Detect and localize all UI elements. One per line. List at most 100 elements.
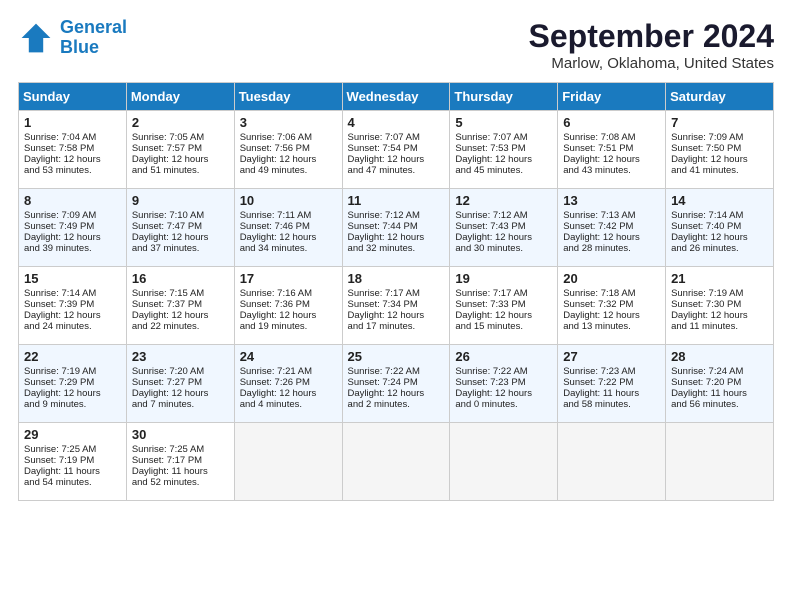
- day-info: Sunrise: 7:25 AM: [24, 444, 121, 455]
- day-info: Sunrise: 7:25 AM: [132, 444, 229, 455]
- day-info: Daylight: 11 hours: [132, 466, 229, 477]
- day-info: Sunrise: 7:07 AM: [455, 132, 552, 143]
- day-info: Sunrise: 7:12 AM: [348, 210, 445, 221]
- day-info: Sunrise: 7:08 AM: [563, 132, 660, 143]
- day-info: and 11 minutes.: [671, 321, 768, 332]
- logo-line2: Blue: [60, 37, 99, 57]
- week-row-4: 22Sunrise: 7:19 AMSunset: 7:29 PMDayligh…: [19, 345, 774, 423]
- day-info: Sunset: 7:36 PM: [240, 299, 337, 310]
- day-info: Sunset: 7:57 PM: [132, 143, 229, 154]
- logo: General Blue: [18, 18, 127, 58]
- day-info: Sunset: 7:24 PM: [348, 377, 445, 388]
- day-info: Sunset: 7:42 PM: [563, 221, 660, 232]
- day-number: 5: [455, 115, 552, 130]
- day-number: 18: [348, 271, 445, 286]
- col-header-wednesday: Wednesday: [342, 83, 450, 111]
- day-info: and 45 minutes.: [455, 165, 552, 176]
- day-cell: [666, 423, 774, 501]
- day-info: Sunset: 7:32 PM: [563, 299, 660, 310]
- day-cell: [450, 423, 558, 501]
- day-info: Sunset: 7:47 PM: [132, 221, 229, 232]
- day-number: 6: [563, 115, 660, 130]
- day-info: Sunset: 7:40 PM: [671, 221, 768, 232]
- day-info: Sunset: 7:23 PM: [455, 377, 552, 388]
- day-info: Sunrise: 7:10 AM: [132, 210, 229, 221]
- day-info: and 19 minutes.: [240, 321, 337, 332]
- day-number: 20: [563, 271, 660, 286]
- day-info: and 4 minutes.: [240, 399, 337, 410]
- day-info: Sunrise: 7:14 AM: [24, 288, 121, 299]
- col-header-thursday: Thursday: [450, 83, 558, 111]
- day-info: and 52 minutes.: [132, 477, 229, 488]
- day-info: Sunrise: 7:05 AM: [132, 132, 229, 143]
- day-info: Daylight: 12 hours: [671, 232, 768, 243]
- day-info: and 13 minutes.: [563, 321, 660, 332]
- day-info: and 22 minutes.: [132, 321, 229, 332]
- day-info: Sunrise: 7:19 AM: [24, 366, 121, 377]
- day-cell: 13Sunrise: 7:13 AMSunset: 7:42 PMDayligh…: [558, 189, 666, 267]
- week-row-2: 8Sunrise: 7:09 AMSunset: 7:49 PMDaylight…: [19, 189, 774, 267]
- subtitle: Marlow, Oklahoma, United States: [529, 55, 774, 72]
- main-container: General Blue September 2024 Marlow, Okla…: [0, 0, 792, 511]
- day-info: and 54 minutes.: [24, 477, 121, 488]
- day-info: Sunset: 7:51 PM: [563, 143, 660, 154]
- day-info: Sunset: 7:34 PM: [348, 299, 445, 310]
- day-info: Daylight: 12 hours: [348, 310, 445, 321]
- day-info: Daylight: 12 hours: [671, 154, 768, 165]
- day-info: Sunset: 7:20 PM: [671, 377, 768, 388]
- day-info: Sunrise: 7:06 AM: [240, 132, 337, 143]
- day-info: and 28 minutes.: [563, 243, 660, 254]
- day-info: Sunset: 7:53 PM: [455, 143, 552, 154]
- logo-line1: General: [60, 17, 127, 37]
- day-number: 15: [24, 271, 121, 286]
- day-cell: 26Sunrise: 7:22 AMSunset: 7:23 PMDayligh…: [450, 345, 558, 423]
- day-number: 26: [455, 349, 552, 364]
- day-number: 25: [348, 349, 445, 364]
- day-info: Daylight: 12 hours: [240, 232, 337, 243]
- day-number: 14: [671, 193, 768, 208]
- day-cell: 18Sunrise: 7:17 AMSunset: 7:34 PMDayligh…: [342, 267, 450, 345]
- day-cell: 14Sunrise: 7:14 AMSunset: 7:40 PMDayligh…: [666, 189, 774, 267]
- day-number: 12: [455, 193, 552, 208]
- day-info: Sunrise: 7:11 AM: [240, 210, 337, 221]
- day-cell: 30Sunrise: 7:25 AMSunset: 7:17 PMDayligh…: [126, 423, 234, 501]
- day-cell: 8Sunrise: 7:09 AMSunset: 7:49 PMDaylight…: [19, 189, 127, 267]
- day-cell: 10Sunrise: 7:11 AMSunset: 7:46 PMDayligh…: [234, 189, 342, 267]
- day-info: and 24 minutes.: [24, 321, 121, 332]
- day-cell: 28Sunrise: 7:24 AMSunset: 7:20 PMDayligh…: [666, 345, 774, 423]
- day-number: 9: [132, 193, 229, 208]
- day-info: Sunrise: 7:16 AM: [240, 288, 337, 299]
- day-info: Daylight: 12 hours: [348, 154, 445, 165]
- day-number: 17: [240, 271, 337, 286]
- day-cell: 15Sunrise: 7:14 AMSunset: 7:39 PMDayligh…: [19, 267, 127, 345]
- day-number: 3: [240, 115, 337, 130]
- day-info: Sunrise: 7:09 AM: [24, 210, 121, 221]
- day-info: Daylight: 12 hours: [24, 232, 121, 243]
- day-info: Daylight: 12 hours: [563, 154, 660, 165]
- day-info: Sunset: 7:43 PM: [455, 221, 552, 232]
- day-info: Sunset: 7:50 PM: [671, 143, 768, 154]
- day-cell: 23Sunrise: 7:20 AMSunset: 7:27 PMDayligh…: [126, 345, 234, 423]
- day-info: and 56 minutes.: [671, 399, 768, 410]
- day-info: and 43 minutes.: [563, 165, 660, 176]
- day-cell: 1Sunrise: 7:04 AMSunset: 7:58 PMDaylight…: [19, 111, 127, 189]
- day-info: Sunset: 7:37 PM: [132, 299, 229, 310]
- day-info: Daylight: 12 hours: [132, 310, 229, 321]
- header-row: SundayMondayTuesdayWednesdayThursdayFrid…: [19, 83, 774, 111]
- day-info: Daylight: 11 hours: [671, 388, 768, 399]
- day-number: 24: [240, 349, 337, 364]
- day-number: 10: [240, 193, 337, 208]
- day-cell: 5 Sunrise: 7:07 AMSunset: 7:53 PMDaylight…: [450, 111, 558, 189]
- day-info: Sunset: 7:44 PM: [348, 221, 445, 232]
- day-info: and 0 minutes.: [455, 399, 552, 410]
- day-number: 13: [563, 193, 660, 208]
- day-info: Daylight: 12 hours: [671, 310, 768, 321]
- day-number: 16: [132, 271, 229, 286]
- day-info: Sunrise: 7:04 AM: [24, 132, 121, 143]
- day-number: 4: [348, 115, 445, 130]
- day-info: Daylight: 12 hours: [455, 310, 552, 321]
- col-header-sunday: Sunday: [19, 83, 127, 111]
- week-row-3: 15Sunrise: 7:14 AMSunset: 7:39 PMDayligh…: [19, 267, 774, 345]
- day-info: Daylight: 12 hours: [455, 154, 552, 165]
- day-info: Sunrise: 7:20 AM: [132, 366, 229, 377]
